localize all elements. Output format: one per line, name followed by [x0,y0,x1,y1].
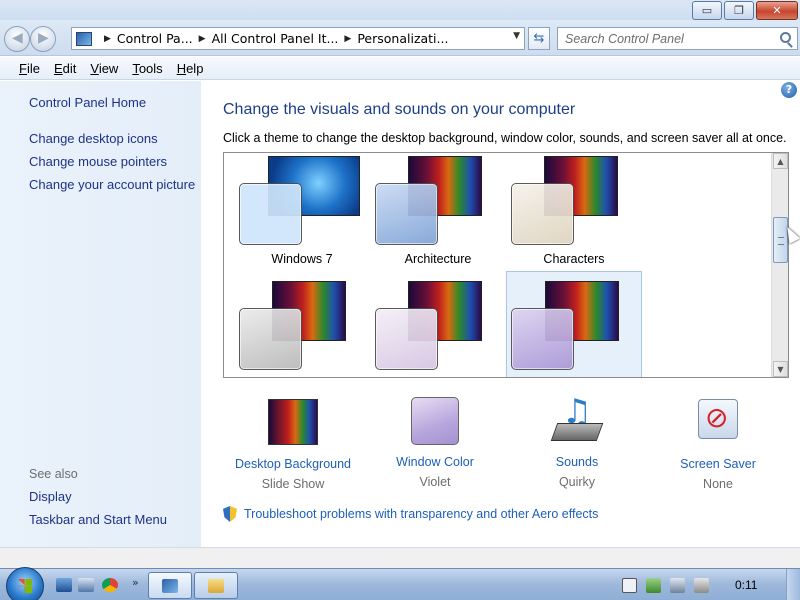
show-desktop-button[interactable] [786,569,800,600]
theme-item-selected[interactable] [506,271,642,377]
sidebar: Control Panel Home Change desktop icons … [0,81,201,547]
scroll-down-icon[interactable]: ▼ [773,361,788,377]
theme-color-swatch [239,308,302,370]
sounds-setting[interactable]: ♫ Sounds Quirky [507,395,647,489]
chrome-icon[interactable] [102,578,118,592]
screen-saver-setting[interactable]: Screen Saver None [648,397,788,491]
menu-bar: File Edit View Tools Help [0,57,800,80]
theme-color-swatch [511,183,574,245]
address-bar[interactable]: ▶ Control Pa... ▶ All Control Panel It..… [71,27,525,50]
sounds-value: Quirky [558,475,596,489]
theme-windows-7[interactable]: Windows 7 [234,154,370,266]
change-mouse-pointers-link[interactable]: Change mouse pointers [29,154,167,169]
desktop-background-value: Slide Show [261,477,325,491]
taskbar: » 0:11 [0,567,800,600]
taskbar-clock[interactable]: 0:11 [735,578,757,592]
taskbar-control-panel-button[interactable] [148,572,192,599]
page-subtitle: Click a theme to change the desktop back… [223,131,787,145]
forward-button[interactable]: ▶ [30,26,56,52]
theme-item[interactable] [370,271,506,377]
search-icon[interactable] [780,32,791,43]
refresh-button[interactable]: ⇆ [528,27,550,50]
window-color-setting[interactable]: Window Color Violet [365,397,505,489]
window-bottom-edge [0,547,800,568]
breadcrumb-separator-icon[interactable]: ▶ [344,34,351,44]
folder-icon [208,579,224,593]
see-also-label: See also [29,467,78,481]
breadcrumb-separator-icon[interactable]: ▶ [104,34,111,44]
window-color-link[interactable]: Window Color [365,455,505,469]
screen-saver-link[interactable]: Screen Saver [648,457,788,471]
theme-label: Architecture [404,252,472,266]
volume-muted-icon[interactable] [694,578,709,593]
network-icon[interactable] [670,578,685,593]
theme-item[interactable] [234,271,370,377]
window-color-icon [410,397,460,447]
back-arrow-icon: ◀ [12,30,23,46]
window-controls: ▭ ❐ ✕ [692,1,798,20]
change-desktop-icons-link[interactable]: Change desktop icons [29,131,158,146]
menu-tools[interactable]: Tools [132,61,162,76]
navigation-bar: ◀ ▶ ▶ Control Pa... ▶ All Control Panel … [0,20,800,56]
search-box[interactable] [557,27,798,50]
search-input[interactable] [558,28,768,49]
refresh-icon: ⇆ [533,31,545,46]
breadcrumb-personalization[interactable]: Personalizati... [357,31,448,46]
taskbar-explorer-button[interactable] [194,572,238,599]
control-panel-icon [162,579,178,593]
maximize-button[interactable]: ❐ [724,1,754,20]
menu-file[interactable]: File [19,61,40,76]
theme-label: Windows 7 [271,252,333,266]
scroll-up-icon[interactable]: ▲ [773,153,788,169]
theme-scrollbar[interactable]: ▲ ▼ [771,153,788,377]
address-dropdown-icon[interactable]: ▼ [513,31,520,41]
theme-label: Characters [543,252,605,266]
page-title: Change the visuals and sounds on your co… [223,101,576,118]
help-icon[interactable]: ? [781,82,797,98]
desktop-background-link[interactable]: Desktop Background [223,457,363,471]
theme-gallery: Windows 7 Architecture Characters ▲ ▼ [223,152,789,378]
close-button[interactable]: ✕ [756,1,798,20]
desktop-background-setting[interactable]: Desktop Background Slide Show [223,397,363,491]
breadcrumb-all-items[interactable]: All Control Panel It... [212,31,339,46]
menu-view[interactable]: View [90,61,118,76]
forward-arrow-icon: ▶ [38,30,49,46]
troubleshoot-aero-link[interactable]: Troubleshoot problems with transparency … [244,507,598,521]
theme-characters[interactable]: Characters [506,154,642,266]
show-desktop-quicklaunch-icon[interactable] [56,578,72,592]
change-account-picture-link[interactable]: Change your account picture [29,177,195,192]
screen-saver-value: None [703,477,733,491]
breadcrumb-control-panel[interactable]: Control Pa... [117,31,193,46]
tray-document-icon[interactable] [622,578,637,593]
quicklaunch-chevron-icon[interactable]: » [132,576,139,589]
theme-color-swatch [511,308,574,370]
sounds-link[interactable]: Sounds [507,455,647,469]
explorer-quicklaunch-icon[interactable] [78,578,94,592]
minimize-button[interactable]: ▭ [692,1,722,20]
theme-color-swatch [239,183,302,245]
taskbar-start-menu-link[interactable]: Taskbar and Start Menu [29,512,167,527]
theme-color-swatch [375,308,438,370]
shield-icon [223,506,237,522]
start-button[interactable] [6,567,44,600]
breadcrumb-separator-icon[interactable]: ▶ [199,34,206,44]
menu-help[interactable]: Help [177,61,204,76]
back-button[interactable]: ◀ [4,26,30,52]
display-link[interactable]: Display [29,489,72,504]
theme-color-swatch [375,183,438,245]
menu-edit[interactable]: Edit [54,61,76,76]
troubleshoot-row: Troubleshoot problems with transparency … [223,506,598,522]
action-center-icon[interactable] [646,578,661,593]
sounds-icon: ♫ [550,395,604,447]
theme-architecture[interactable]: Architecture [370,154,506,266]
screen-saver-icon [693,399,743,449]
control-panel-home-link[interactable]: Control Panel Home [29,95,146,110]
scroll-thumb[interactable] [773,217,788,263]
control-panel-icon [76,31,92,46]
desktop-background-icon [268,399,318,449]
window-color-value: Violet [419,475,451,489]
